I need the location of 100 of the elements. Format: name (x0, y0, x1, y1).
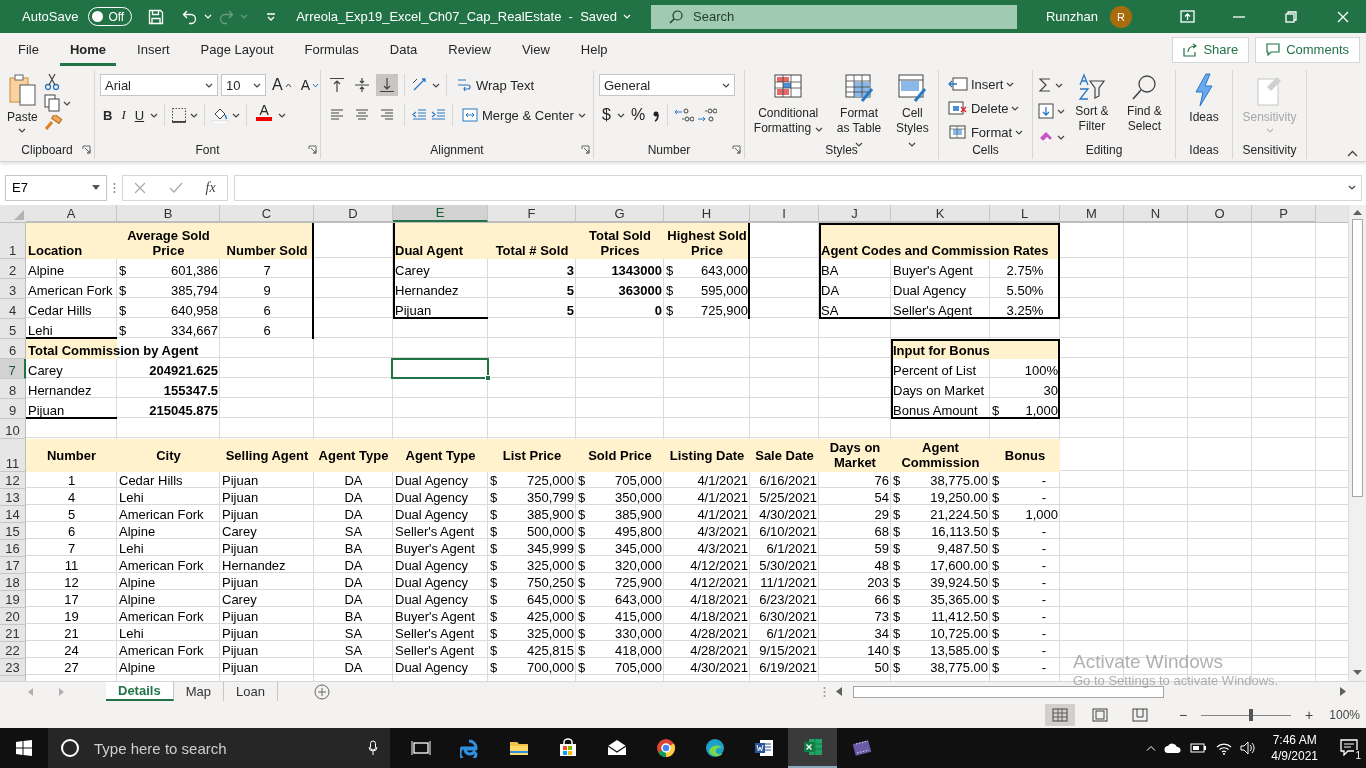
dropdown-arrow-icon[interactable] (92, 185, 100, 190)
scroll-left-icon[interactable] (836, 687, 842, 697)
fill-color-icon[interactable] (211, 106, 230, 124)
search-input[interactable]: Search (691, 8, 1018, 25)
caret-icon[interactable] (1006, 81, 1015, 87)
format-painter-icon[interactable] (43, 115, 62, 131)
increase-decimal-icon[interactable] (674, 107, 695, 123)
ribbon-tab[interactable]: Help (570, 33, 618, 66)
ribbon-button[interactable]: Find & Select (1118, 73, 1170, 134)
ribbon-display-icon[interactable] (1179, 10, 1195, 23)
borders-icon[interactable] (171, 107, 188, 123)
column-header[interactable]: F (488, 205, 576, 222)
ribbon-tab[interactable]: Formulas (294, 33, 369, 66)
row-header[interactable]: 8 (0, 379, 26, 399)
bottom-align-button[interactable] (376, 74, 398, 96)
caret-icon[interactable] (1057, 108, 1065, 114)
cloud-icon[interactable] (1164, 742, 1183, 754)
caret-icon[interactable] (1057, 134, 1065, 140)
row-header[interactable]: 5 (0, 319, 26, 339)
caret-icon[interactable] (278, 112, 287, 118)
scroll-up-icon[interactable] (1353, 209, 1362, 215)
column-header[interactable]: K (891, 205, 990, 222)
caret-icon[interactable] (432, 82, 440, 88)
row-header[interactable]: 15 (0, 523, 26, 540)
cut-icon[interactable] (43, 73, 60, 91)
dialog-launcher-icon[interactable] (581, 145, 590, 154)
row-header[interactable]: 7 (0, 359, 26, 379)
caret-icon[interactable] (1011, 105, 1020, 111)
ribbon-button[interactable]: Format (944, 121, 1027, 143)
name-box[interactable]: E7 (5, 174, 107, 201)
ribbon-tab[interactable]: Data (379, 33, 428, 66)
view-button[interactable] (1044, 704, 1075, 726)
restore-icon[interactable] (1285, 10, 1297, 23)
dialog-launcher-icon[interactable] (82, 145, 91, 154)
start-icon[interactable] (16, 740, 32, 756)
column-header[interactable]: C (220, 205, 314, 222)
row-header[interactable]: 19 (0, 591, 26, 608)
caret-icon[interactable] (616, 112, 625, 118)
column-header[interactable]: A (26, 205, 117, 222)
caret-icon[interactable] (855, 142, 864, 147)
ribbon-button[interactable]: Sort & Filter (1069, 73, 1115, 134)
row-header[interactable]: 18 (0, 574, 26, 591)
row-header[interactable]: 1 (0, 223, 26, 259)
underline-button[interactable]: U (131, 104, 148, 126)
caret-icon[interactable] (232, 112, 241, 118)
column-header[interactable]: L (990, 205, 1060, 222)
caret-icon[interactable] (253, 82, 261, 88)
minimize-icon[interactable] (1233, 15, 1245, 18)
column-header[interactable]: O (1188, 205, 1252, 222)
font-color-button[interactable]: A (253, 104, 276, 126)
caret-icon[interactable] (722, 82, 730, 88)
ribbon-tab[interactable]: Page Layout (190, 33, 284, 66)
row-header[interactable]: 23 (0, 659, 26, 676)
row-header[interactable]: 3 (0, 279, 26, 299)
fill-down-icon[interactable] (1038, 103, 1054, 119)
dialog-launcher-icon[interactable] (308, 145, 317, 154)
ribbon-button[interactable]: Conditional Formatting (750, 73, 827, 136)
row-header[interactable]: 6 (0, 339, 26, 359)
caret-icon[interactable] (1348, 185, 1356, 190)
decrease-decimal-icon[interactable] (697, 107, 718, 123)
caret-icon[interactable] (205, 82, 213, 88)
ribbon-tab[interactable]: View (511, 33, 560, 66)
caret-icon[interactable] (62, 100, 71, 106)
column-header[interactable]: E (393, 205, 488, 222)
speaker-icon[interactable] (1240, 741, 1258, 755)
row-header[interactable]: 12 (0, 472, 26, 489)
insert-function-button[interactable]: fx (205, 179, 216, 196)
eraser-icon[interactable] (1038, 130, 1054, 144)
caret-icon[interactable] (908, 142, 917, 147)
show-hidden-icon[interactable] (1146, 745, 1157, 751)
number-format-dropdown[interactable]: General (599, 74, 735, 96)
zoom-in-button[interactable]: + (1305, 707, 1314, 723)
ribbon-tab[interactable]: File (8, 33, 49, 66)
save-icon[interactable] (148, 8, 165, 25)
ribbon-tab[interactable]: Home (59, 33, 117, 66)
notification-icon[interactable] (1340, 738, 1358, 756)
share-button[interactable]: Share (1172, 36, 1250, 63)
avatar[interactable]: R (1110, 5, 1132, 28)
wifi-icon[interactable] (1216, 741, 1233, 755)
comments-button[interactable]: Comments (1255, 36, 1360, 63)
copy-icon[interactable] (43, 94, 60, 112)
row-header[interactable]: 21 (0, 625, 26, 642)
paste-button[interactable]: Paste (5, 73, 40, 133)
row-header[interactable]: 14 (0, 506, 26, 523)
column-header[interactable]: N (1124, 205, 1188, 222)
add-sheet-icon[interactable] (313, 683, 330, 700)
row-header[interactable]: 10 (0, 419, 26, 439)
search-field[interactable]: Search (651, 4, 1018, 29)
bold-button[interactable]: B (100, 104, 116, 126)
italic-button[interactable]: I (118, 104, 129, 126)
percent-button[interactable]: % (627, 104, 649, 126)
row-header[interactable]: 13 (0, 489, 26, 506)
formula-input[interactable] (234, 174, 1362, 201)
sheet-tab[interactable]: Details (106, 682, 174, 702)
collapse-ribbon-icon[interactable] (1347, 150, 1358, 157)
caret-icon[interactable] (190, 112, 199, 118)
scrollbar-thumb[interactable] (1352, 219, 1363, 497)
taskbar-search-field[interactable]: Type here to search (48, 728, 390, 768)
microphone-icon[interactable] (368, 740, 378, 756)
caret-icon[interactable] (577, 112, 586, 118)
